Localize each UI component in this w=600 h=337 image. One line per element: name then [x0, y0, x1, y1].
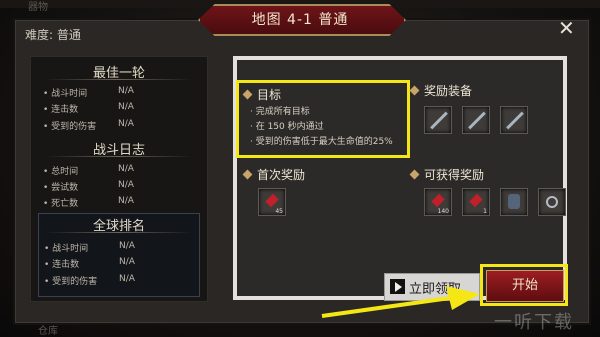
available-rewards-title: 可获得奖励 [409, 166, 485, 183]
item-quantity: 45 [275, 208, 283, 215]
sword-icon [430, 111, 448, 130]
stat-label-text: 受到的伤害 [52, 277, 98, 287]
ruby-icon [469, 193, 483, 208]
stat-label-text: 总时间 [51, 167, 79, 177]
stat-label-text: 死亡数 [51, 199, 79, 209]
objectives-title-text: 目标 [257, 88, 282, 102]
arrow-shaft [321, 296, 451, 318]
stat-label-text: 连击数 [52, 260, 80, 270]
divider [45, 79, 193, 80]
stat-label-text: 连击数 [51, 105, 79, 115]
diamond-icon [409, 85, 420, 96]
reward-slot[interactable] [538, 188, 566, 216]
reward-slot[interactable] [500, 188, 528, 216]
stat-label: • 战斗时间 [43, 89, 88, 99]
objective-line: · 受到的伤害低于最大生命值的25% [250, 137, 393, 147]
diamond-icon [409, 169, 420, 180]
stat-label: • 连击数 [43, 105, 79, 115]
equipment-slot[interactable] [424, 106, 452, 134]
stat-value: N/A [118, 102, 134, 112]
stat-label: • 受到的伤害 [43, 122, 97, 132]
reward-slot[interactable]: 45 [258, 188, 286, 216]
stat-value: N/A [119, 274, 135, 284]
stat-label: • 死亡数 [43, 199, 79, 209]
item-quantity: 1 [483, 208, 487, 215]
diamond-icon [242, 169, 253, 180]
objectives-title: 目标 [242, 86, 282, 103]
sword-icon [468, 111, 486, 130]
stat-value: N/A [118, 86, 134, 96]
reward-slot[interactable]: 1 [462, 188, 490, 216]
ruby-icon [265, 193, 279, 208]
stat-value: N/A [119, 257, 135, 267]
arrow-head [446, 286, 480, 310]
sword-icon [506, 111, 524, 130]
background-tab-bottom: 仓库 [38, 326, 58, 337]
ring-icon [546, 196, 558, 208]
item-quantity: 140 [437, 208, 449, 215]
difficulty-label: 难度: 普通 [25, 28, 81, 42]
stat-label-text: 战斗时间 [51, 89, 88, 99]
global-rank-box[interactable]: 全球排名 • 战斗时间 N/A • 连击数 N/A • 受到的伤害 N/A [38, 213, 200, 297]
first-reward-title-text: 首次奖励 [257, 168, 306, 182]
close-icon[interactable]: ✕ [558, 18, 575, 38]
first-reward-title: 首次奖励 [242, 166, 306, 183]
equipment-slot[interactable] [462, 106, 490, 134]
equipment-slot[interactable] [500, 106, 528, 134]
divider [45, 156, 193, 157]
stat-value: N/A [118, 180, 134, 190]
stat-label: • 总时间 [43, 167, 79, 177]
stat-value: N/A [118, 164, 134, 174]
background-tab: 器物 [28, 2, 48, 13]
yellow-arrow-icon [321, 286, 480, 318]
ruby-icon [431, 193, 445, 208]
stat-label: • 连击数 [44, 260, 80, 270]
available-rewards-title-text: 可获得奖励 [424, 168, 485, 182]
stats-panel: 最佳一轮 • 战斗时间 N/A • 连击数 N/A • 受到的伤害 N/A 战斗… [30, 56, 208, 302]
objective-line: · 完成所有目标 [250, 107, 310, 117]
stat-label-text: 战斗时间 [52, 244, 89, 254]
watermark: 一听下载 [494, 312, 574, 333]
stat-value: N/A [118, 196, 134, 206]
reward-slot[interactable]: 140 [424, 188, 452, 216]
stat-value: N/A [119, 241, 135, 251]
diamond-icon [242, 89, 253, 100]
armor-icon [508, 194, 520, 209]
objective-line: · 在 150 秒内通过 [250, 122, 324, 132]
stat-value: N/A [118, 119, 134, 129]
stat-label-text: 受到的伤害 [51, 122, 97, 132]
divider [45, 232, 193, 233]
reward-equipment-title: 奖励装备 [409, 82, 473, 99]
dialog-title: 地图 4-1 普通 [251, 12, 349, 28]
stat-label: • 受到的伤害 [44, 277, 98, 287]
reward-equipment-title-text: 奖励装备 [424, 84, 473, 98]
stat-label-text: 尝试数 [51, 183, 79, 193]
stat-label: • 尝试数 [43, 183, 79, 193]
stat-label: • 战斗时间 [44, 244, 89, 254]
